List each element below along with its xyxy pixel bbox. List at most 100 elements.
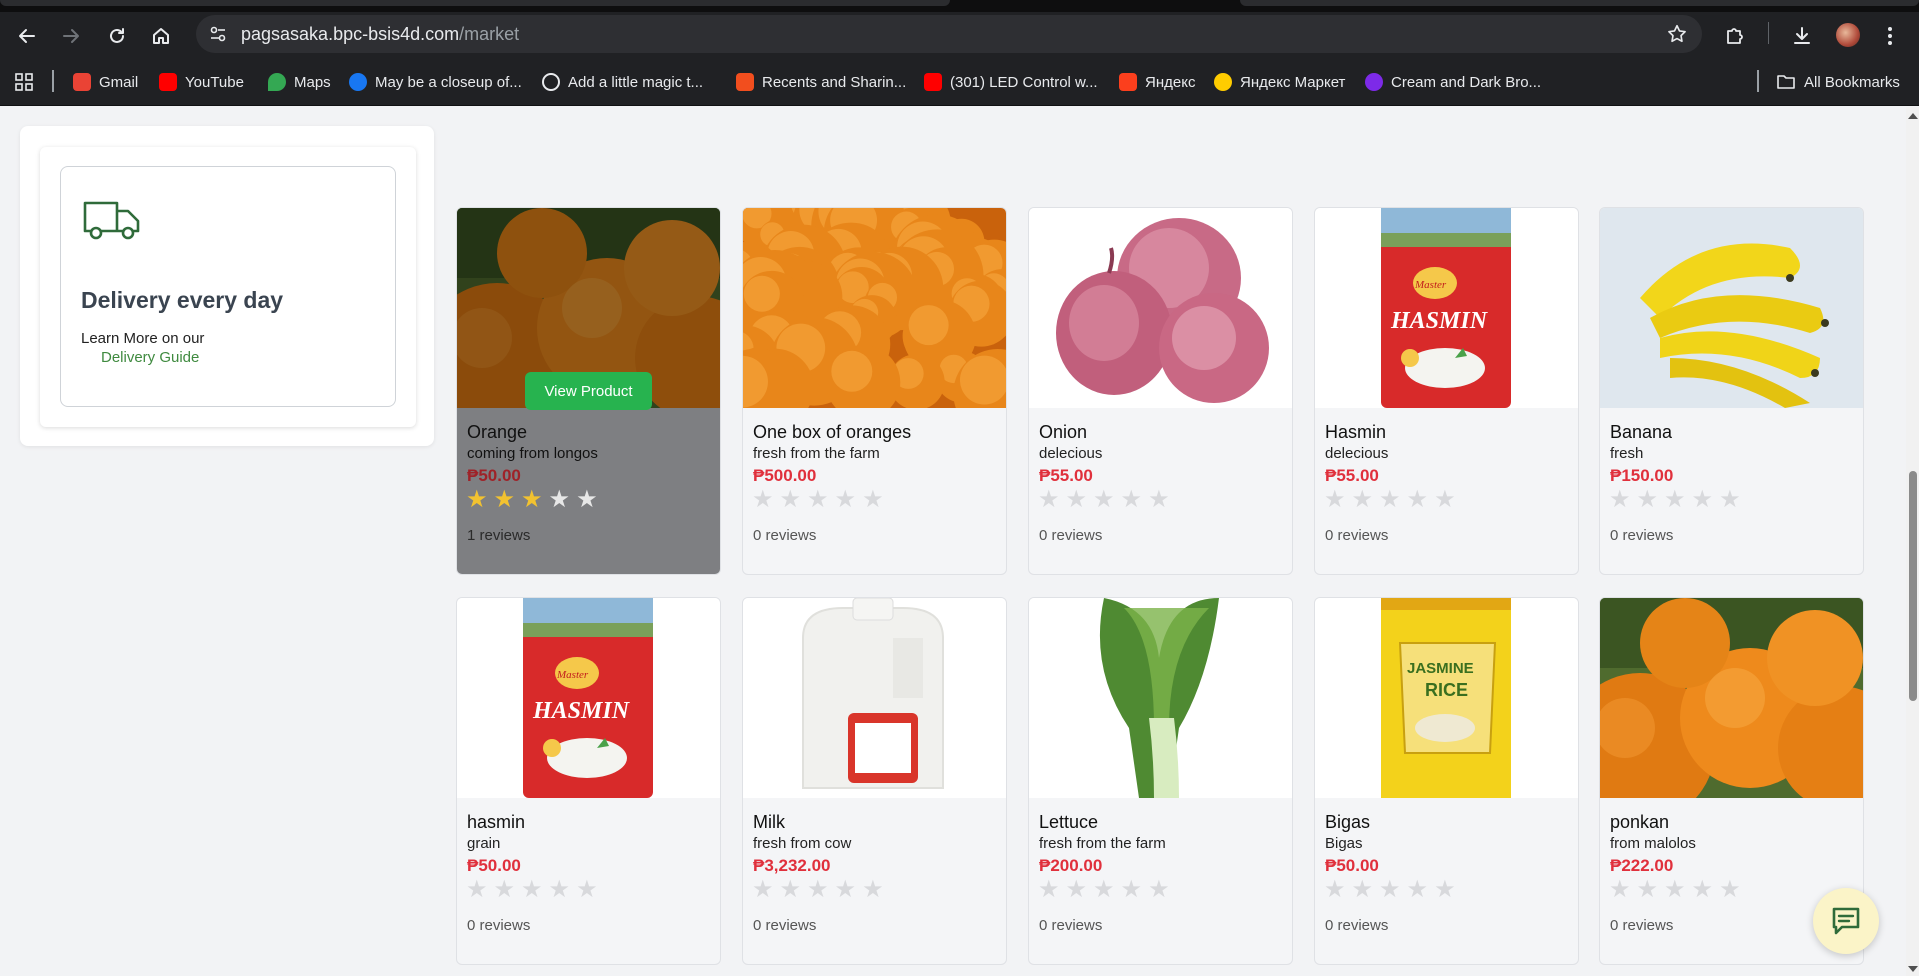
- back-icon[interactable]: [13, 22, 41, 50]
- product-image[interactable]: [1600, 598, 1863, 798]
- apps-grid-icon[interactable]: [14, 70, 34, 94]
- product-image[interactable]: [1600, 208, 1863, 408]
- star-icon: ★: [807, 486, 829, 513]
- product-card[interactable]: Master HASMIN Hasmin delecious ₱55.00 ★ ★ ★ ★ ★…: [1314, 207, 1579, 575]
- all-bookmarks[interactable]: All Bookmarks: [1776, 70, 1900, 94]
- youtube-icon: [924, 73, 942, 91]
- product-card[interactable]: Onion delecious ₱55.00 ★ ★ ★ ★ ★ 0 reviews: [1028, 207, 1293, 575]
- url-path: /market: [459, 24, 520, 44]
- product-price: ₱50.00: [467, 856, 521, 875]
- product-image[interactable]: Master HASMIN: [457, 598, 720, 798]
- more-options-icon[interactable]: [1876, 22, 1904, 50]
- bookmark-star-icon[interactable]: [1666, 23, 1688, 45]
- bookmark-item[interactable]: Maps: [268, 70, 331, 94]
- scroll-up-arrow-icon[interactable]: [1908, 113, 1918, 119]
- product-image[interactable]: [743, 598, 1006, 798]
- yandex-market-icon: [1214, 73, 1232, 91]
- canva-icon: [1365, 73, 1383, 91]
- bookmark-item[interactable]: Яндекс Маркет: [1214, 70, 1345, 94]
- bookmark-item[interactable]: Add a little magic t...: [542, 70, 703, 94]
- bookmarks-divider: [1757, 70, 1759, 92]
- reload-icon[interactable]: [103, 22, 131, 50]
- delivery-guide-link[interactable]: Delivery Guide: [101, 349, 199, 366]
- star-icon: ★: [521, 486, 543, 513]
- url-text[interactable]: pagsasaka.bpc-bsis4d.com/market: [241, 24, 519, 45]
- star-icon: ★: [1379, 486, 1401, 513]
- download-icon[interactable]: [1788, 22, 1816, 50]
- star-icon: ★: [1148, 486, 1170, 513]
- scrollbar-thumb[interactable]: [1909, 471, 1917, 701]
- bookmark-item[interactable]: Recents and Sharin...: [736, 70, 906, 94]
- bookmark-label: Add a little magic t...: [568, 73, 704, 91]
- bookmark-item[interactable]: Яндекс: [1119, 70, 1195, 94]
- star-icon: ★: [493, 876, 516, 903]
- page-scrollbar[interactable]: [1906, 107, 1919, 976]
- product-image[interactable]: [1029, 208, 1292, 408]
- star-icon: ★: [752, 876, 774, 903]
- product-image[interactable]: [1029, 598, 1292, 798]
- star-icon: ★: [1120, 486, 1143, 513]
- bookmark-item[interactable]: YouTube: [159, 70, 244, 94]
- star-icon: ★: [1324, 486, 1346, 513]
- bookmark-item[interactable]: Gmail: [73, 70, 138, 94]
- rating-stars: ★ ★ ★ ★ ★: [752, 876, 884, 904]
- product-image[interactable]: Master HASMIN: [1315, 208, 1578, 408]
- bookmark-item[interactable]: Cream and Dark Bro...: [1365, 70, 1541, 94]
- delivery-info-box: Delivery every day Learn More on our Del…: [60, 166, 396, 407]
- product-reviews: 0 reviews: [1325, 527, 1389, 544]
- star-icon: ★: [1609, 876, 1631, 903]
- product-card[interactable]: Master HASMIN hasmin grain ₱50.00 ★ ★ ★ ★ ★ 0 re…: [456, 597, 721, 965]
- product-price: ₱50.00: [1325, 856, 1379, 875]
- rating-stars: ★ ★ ★ ★ ★: [1038, 486, 1170, 514]
- toolbar-divider: [1768, 22, 1769, 44]
- star-icon: ★: [779, 876, 802, 903]
- star-icon: ★: [1719, 876, 1741, 903]
- site-settings-icon[interactable]: [206, 22, 230, 46]
- product-description: coming from longos: [467, 445, 598, 462]
- extensions-icon[interactable]: [1721, 22, 1749, 50]
- product-image[interactable]: JASMINE RICE: [1315, 598, 1578, 798]
- star-icon: ★: [1434, 486, 1456, 513]
- star-icon: ★: [466, 486, 488, 513]
- folder-icon: [1777, 75, 1795, 89]
- chat-button[interactable]: [1813, 888, 1879, 954]
- bookmark-item[interactable]: May be a closeup of...: [349, 70, 522, 94]
- forward-icon[interactable]: [57, 22, 85, 50]
- home-icon[interactable]: [147, 22, 175, 50]
- view-product-button[interactable]: View Product: [525, 372, 652, 410]
- star-icon: ★: [1664, 876, 1686, 903]
- product-image[interactable]: [743, 208, 1006, 408]
- star-icon: ★: [1324, 876, 1346, 903]
- bookmark-label: Recents and Sharin...: [762, 73, 907, 91]
- product-card[interactable]: One box of oranges fresh from the farm ₱50…: [742, 207, 1007, 575]
- star-icon: ★: [548, 486, 571, 513]
- facebook-icon: [349, 73, 367, 91]
- all-bookmarks-label: All Bookmarks: [1804, 73, 1900, 91]
- star-icon: ★: [466, 876, 488, 903]
- star-icon: ★: [1719, 486, 1741, 513]
- product-card[interactable]: Banana fresh ₱150.00 ★ ★ ★ ★ ★ 0 reviews: [1599, 207, 1864, 575]
- star-icon: ★: [1636, 486, 1659, 513]
- product-name: ponkan: [1610, 812, 1670, 832]
- star-icon: ★: [1351, 876, 1374, 903]
- star-icon: ★: [1038, 486, 1060, 513]
- bookmark-item[interactable]: (301) LED Control w...: [924, 70, 1098, 94]
- product-card[interactable]: View Product Orange coming from longos ₱50.…: [456, 207, 721, 575]
- product-card[interactable]: JASMINE RICE Bigas Bigas ₱50.00 ★ ★ ★ ★ ★ 0 revi…: [1314, 597, 1579, 965]
- product-price: ₱55.00: [1039, 466, 1093, 485]
- bookmark-label: Яндекс: [1145, 73, 1196, 91]
- bookmark-label: (301) LED Control w...: [950, 73, 1098, 91]
- profile-avatar[interactable]: [1836, 23, 1860, 47]
- star-icon: ★: [1120, 876, 1143, 903]
- address-bar[interactable]: pagsasaka.bpc-bsis4d.com/market: [196, 15, 1702, 53]
- star-icon: ★: [1664, 486, 1686, 513]
- star-icon: ★: [1434, 876, 1456, 903]
- star-icon: ★: [1636, 876, 1659, 903]
- bookmark-label: Яндекс Маркет: [1240, 73, 1346, 91]
- product-price: ₱200.00: [1039, 856, 1103, 875]
- product-description: fresh from the farm: [753, 445, 880, 462]
- scroll-down-arrow-icon[interactable]: [1908, 966, 1918, 972]
- product-card[interactable]: Lettuce fresh from the farm ₱200.00 ★ ★ ★ ★ ★ 0 …: [1028, 597, 1293, 965]
- product-card[interactable]: Milk fresh from cow ₱3,232.00 ★ ★ ★ ★ ★ 0 review…: [742, 597, 1007, 965]
- rating-stars: ★ ★ ★ ★ ★: [1324, 486, 1456, 514]
